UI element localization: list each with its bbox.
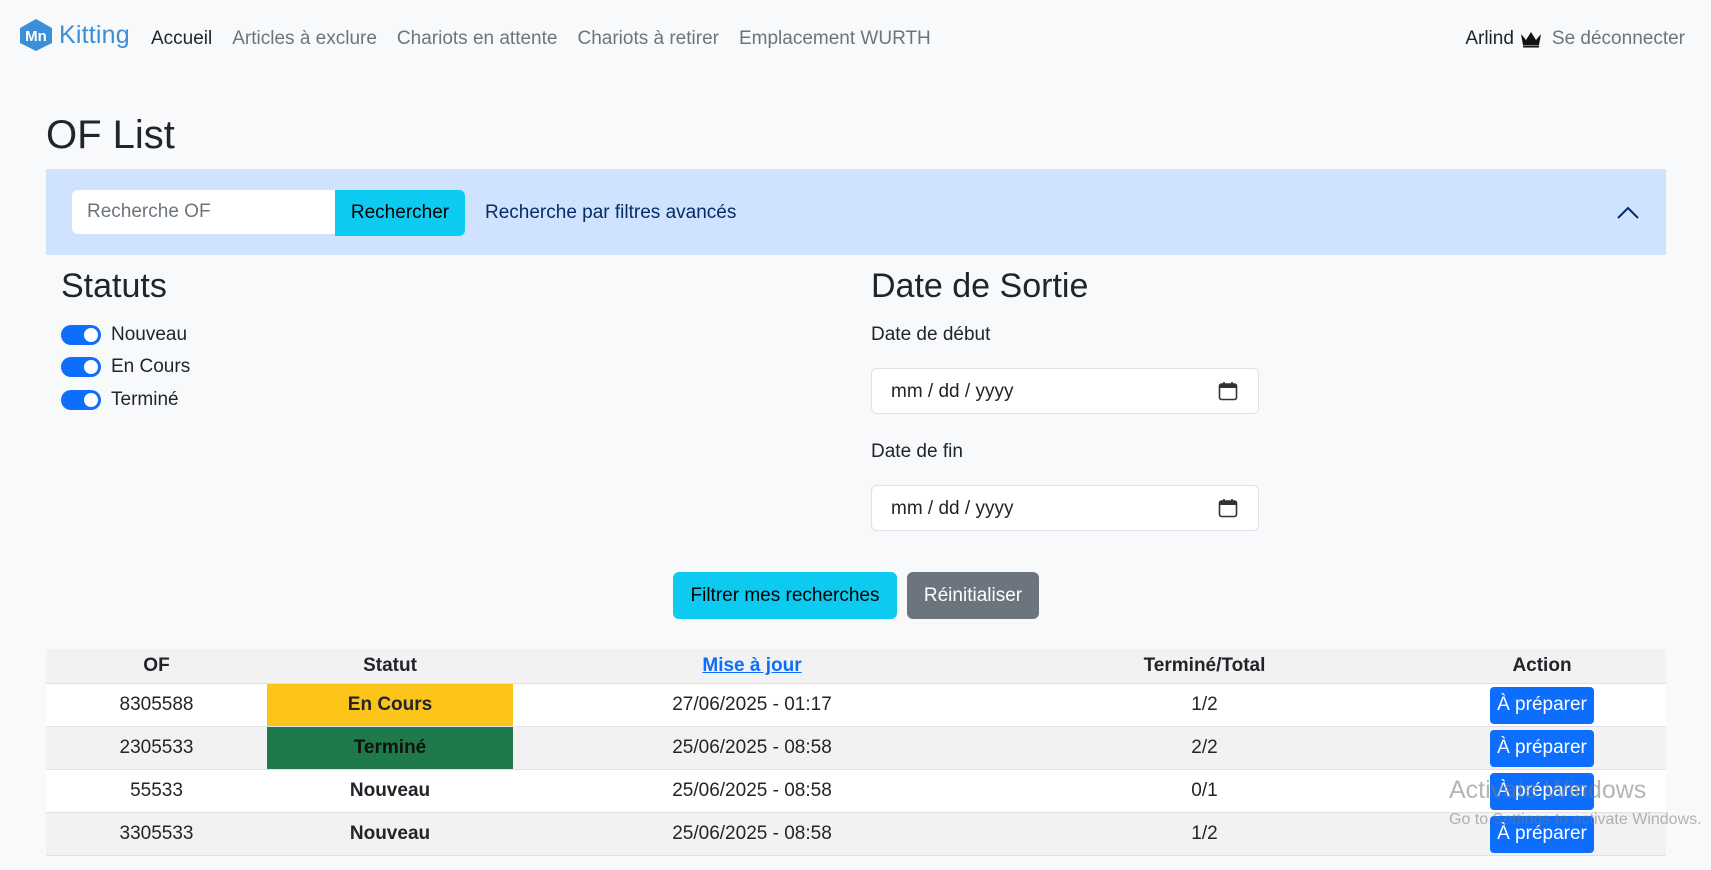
toggle-switch[interactable] (61, 325, 101, 345)
nav-links: Accueil Articles à exclure Chariots en a… (151, 28, 951, 50)
start-date-label: Date de début (871, 324, 991, 345)
end-date-input[interactable]: mm / dd / yyyy (871, 485, 1259, 531)
cell-mise-a-jour: 25/06/2025 - 08:58 (513, 769, 991, 813)
filter-button[interactable]: Filtrer mes recherches (673, 572, 897, 619)
a-preparer-button[interactable]: À préparer (1490, 772, 1594, 810)
cell-termine-total: 2/2 (991, 726, 1418, 770)
status-badge: En Cours (267, 683, 513, 727)
cell-termine-total: 0/1 (991, 769, 1418, 813)
table-row: 2305533 Terminé 25/06/2025 - 08:58 2/2 À… (46, 726, 1666, 770)
table-header-row: OF Statut Mise à jour Terminé/Total Acti… (46, 649, 1666, 684)
cell-of: 55533 (46, 769, 267, 813)
nav-link-articles-a-exclure[interactable]: Articles à exclure (232, 28, 377, 50)
a-preparer-button[interactable]: À préparer (1490, 815, 1594, 853)
cell-termine-total: 1/2 (991, 812, 1418, 856)
a-preparer-button[interactable]: À préparer (1490, 729, 1594, 767)
nav-link-accueil[interactable]: Accueil (151, 28, 212, 50)
toggle-label: Nouveau (111, 324, 188, 345)
brand[interactable]: Mn Kitting (18, 18, 130, 52)
table-row: 55533 Nouveau 25/06/2025 - 08:58 0/1 À p… (46, 769, 1666, 813)
header-of: OF (46, 649, 267, 684)
search-bar: Rechercher Recherche par filtres avancés (46, 169, 1666, 255)
brand-name: Kitting (59, 20, 130, 49)
cell-action: À préparer (1418, 769, 1666, 813)
calendar-icon[interactable] (1218, 498, 1238, 518)
chevron-up-icon[interactable] (1616, 203, 1640, 221)
cell-action: À préparer (1418, 726, 1666, 770)
table-row: 8305588 En Cours 27/06/2025 - 01:17 1/2 … (46, 683, 1666, 727)
header-termine-total: Terminé/Total (991, 649, 1418, 684)
statut-toggle-nouveau[interactable]: Nouveau (61, 324, 187, 346)
cell-termine-total: 1/2 (991, 683, 1418, 727)
toggle-switch[interactable] (61, 390, 101, 410)
nav-link-chariots-en-attente[interactable]: Chariots en attente (397, 28, 558, 50)
nav-link-chariots-a-retirer[interactable]: Chariots à retirer (577, 28, 719, 50)
status-badge: Nouveau (267, 812, 513, 856)
reset-button[interactable]: Réinitialiser (907, 572, 1039, 619)
toggle-switch[interactable] (61, 357, 101, 377)
statuts-title: Statuts (61, 267, 167, 305)
date-sortie-title: Date de Sortie (871, 267, 1089, 305)
header-mise-a-jour[interactable]: Mise à jour (513, 649, 991, 684)
cell-action: À préparer (1418, 812, 1666, 856)
cell-mise-a-jour: 27/06/2025 - 01:17 (513, 683, 991, 727)
cell-of: 2305533 (46, 726, 267, 770)
calendar-icon[interactable] (1218, 381, 1238, 401)
search-button[interactable]: Rechercher (335, 190, 465, 236)
crown-icon (1520, 32, 1541, 48)
nav-link-emplacement-wurth[interactable]: Emplacement WURTH (739, 28, 931, 50)
user-name[interactable]: Arlind (1465, 28, 1514, 50)
statut-toggle-en-cours[interactable]: En Cours (61, 356, 190, 378)
start-date-value: mm / dd / yyyy (891, 381, 1014, 402)
of-table: OF Statut Mise à jour Terminé/Total Acti… (46, 649, 1666, 856)
logout-link[interactable]: Se déconnecter (1552, 28, 1685, 50)
start-date-input[interactable]: mm / dd / yyyy (871, 368, 1259, 414)
table-row: 3305533 Nouveau 25/06/2025 - 08:58 1/2 À… (46, 812, 1666, 856)
end-date-label: Date de fin (871, 441, 963, 462)
cell-mise-a-jour: 25/06/2025 - 08:58 (513, 726, 991, 770)
user-area: Arlind Se déconnecter (1465, 28, 1685, 50)
search-input[interactable] (72, 190, 338, 234)
cell-of: 3305533 (46, 812, 267, 856)
cell-of: 8305588 (46, 683, 267, 727)
mn-logo-icon: Mn (20, 19, 52, 51)
a-preparer-button[interactable]: À préparer (1490, 686, 1594, 724)
statut-toggle-termine[interactable]: Terminé (61, 389, 179, 411)
page-title: OF List (46, 113, 175, 157)
end-date-value: mm / dd / yyyy (891, 498, 1014, 519)
advanced-search-toggle[interactable]: Recherche par filtres avancés (485, 202, 736, 224)
header-action: Action (1418, 649, 1666, 684)
svg-text:Mn: Mn (25, 28, 47, 45)
toggle-label: En Cours (111, 356, 191, 377)
toggle-label: Terminé (111, 389, 179, 410)
navbar: Mn Kitting Accueil Articles à exclure Ch… (0, 0, 1711, 80)
cell-mise-a-jour: 25/06/2025 - 08:58 (513, 812, 991, 856)
cell-action: À préparer (1418, 683, 1666, 727)
header-statut: Statut (267, 649, 513, 684)
status-badge: Nouveau (267, 769, 513, 813)
status-badge: Terminé (267, 726, 513, 770)
